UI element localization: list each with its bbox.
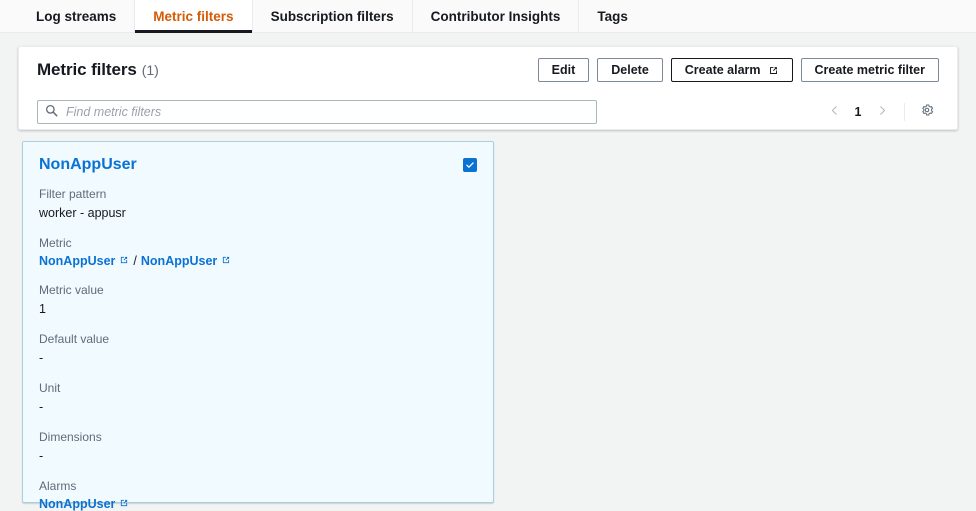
tab-metric-filters[interactable]: Metric filters xyxy=(135,0,253,33)
metric-namespace-link[interactable]: NonAppUser xyxy=(39,254,129,268)
external-link-icon xyxy=(221,254,231,268)
field-value: - xyxy=(39,351,44,365)
field-label: Default value xyxy=(39,332,110,346)
field-label: Metric xyxy=(39,236,72,250)
pagination: 1 xyxy=(822,100,939,124)
metric-filters-panel: Metric filters (1) Edit Delete Create ala… xyxy=(18,46,958,130)
field-label: Dimensions xyxy=(39,430,102,444)
tab-label: Subscription filters xyxy=(270,8,394,24)
metric-filter-card[interactable]: NonAppUser Filter pattern worker - appus… xyxy=(22,141,494,511)
page-title-text: Metric filters xyxy=(37,60,137,79)
field-value: NonAppUser / NonAppUser xyxy=(39,254,477,268)
edit-button[interactable]: Edit xyxy=(537,58,590,82)
tab-label: Metric filters xyxy=(153,8,234,24)
tab-log-streams[interactable]: Log streams xyxy=(18,0,136,32)
create-alarm-button[interactable]: Create alarm xyxy=(670,58,793,82)
alarm-label: NonAppUser xyxy=(39,497,116,511)
tab-label: Contributor Insights xyxy=(430,8,561,24)
field-filter-pattern: Filter pattern worker - appusr xyxy=(39,186,477,221)
field-alarms: Alarms NonAppUser xyxy=(39,478,477,511)
external-link-icon xyxy=(119,497,129,511)
create-metric-filter-button[interactable]: Create metric filter xyxy=(800,58,939,82)
field-label: Filter pattern xyxy=(39,187,107,201)
page-title: Metric filters (1) xyxy=(37,60,159,80)
chevron-right-icon xyxy=(877,104,888,119)
delete-button-label: Delete xyxy=(611,63,649,77)
pagination-prev-button[interactable] xyxy=(822,100,846,124)
page-title-count: (1) xyxy=(141,62,159,78)
create-metric-filter-button-label: Create metric filter xyxy=(814,63,925,77)
pagination-next-button[interactable] xyxy=(870,100,894,124)
field-value: - xyxy=(39,449,44,463)
search-input[interactable] xyxy=(37,99,597,124)
pagination-divider xyxy=(904,102,905,121)
panel-actions: Edit Delete Create alarm Create metric f… xyxy=(537,58,939,82)
search-field xyxy=(37,99,597,124)
external-link-icon xyxy=(119,254,129,268)
metric-name-label: NonAppUser xyxy=(140,254,218,268)
tab-label: Tags xyxy=(597,8,628,24)
metric-name-link[interactable]: NonAppUser xyxy=(141,254,231,268)
field-default-value: Default value - xyxy=(39,331,477,366)
pagination-page-1[interactable]: 1 xyxy=(848,105,868,119)
preferences-button[interactable] xyxy=(915,100,939,124)
field-value: 1 xyxy=(39,302,46,316)
alarm-link[interactable]: NonAppUser xyxy=(39,497,129,511)
delete-button[interactable]: Delete xyxy=(597,58,663,82)
tab-contributor-insights[interactable]: Contributor Insights xyxy=(413,0,580,32)
field-label: Metric value xyxy=(39,283,104,297)
tab-bar: Log streams Metric filters Subscription … xyxy=(0,0,976,33)
tab-tags[interactable]: Tags xyxy=(579,0,646,32)
field-unit: Unit - xyxy=(39,380,477,415)
chevron-left-icon xyxy=(829,104,840,119)
external-link-icon xyxy=(768,65,779,76)
tab-label: Log streams xyxy=(36,8,117,24)
field-value: worker - appusr xyxy=(39,206,126,220)
metric-namespace-label: NonAppUser xyxy=(39,254,116,268)
edit-button-label: Edit xyxy=(551,63,576,77)
panel-filter-row: 1 xyxy=(19,93,957,130)
field-label: Unit xyxy=(39,381,61,395)
card-header: NonAppUser xyxy=(39,156,477,174)
create-alarm-button-label: Create alarm xyxy=(684,63,761,77)
field-dimensions: Dimensions - xyxy=(39,429,477,464)
card-select-checkbox[interactable] xyxy=(463,158,477,172)
field-metric-value: Metric value 1 xyxy=(39,282,477,317)
field-value: NonAppUser xyxy=(39,497,477,511)
gear-icon xyxy=(920,103,934,120)
metric-filter-name-link[interactable]: NonAppUser xyxy=(39,156,137,174)
field-metric: Metric NonAppUser / NonAppUser xyxy=(39,235,477,268)
field-value: - xyxy=(39,400,44,414)
field-label: Alarms xyxy=(39,479,77,493)
tab-subscription-filters[interactable]: Subscription filters xyxy=(253,0,413,32)
metric-link-separator: / xyxy=(133,254,137,268)
panel-header-row: Metric filters (1) Edit Delete Create ala… xyxy=(19,47,957,93)
